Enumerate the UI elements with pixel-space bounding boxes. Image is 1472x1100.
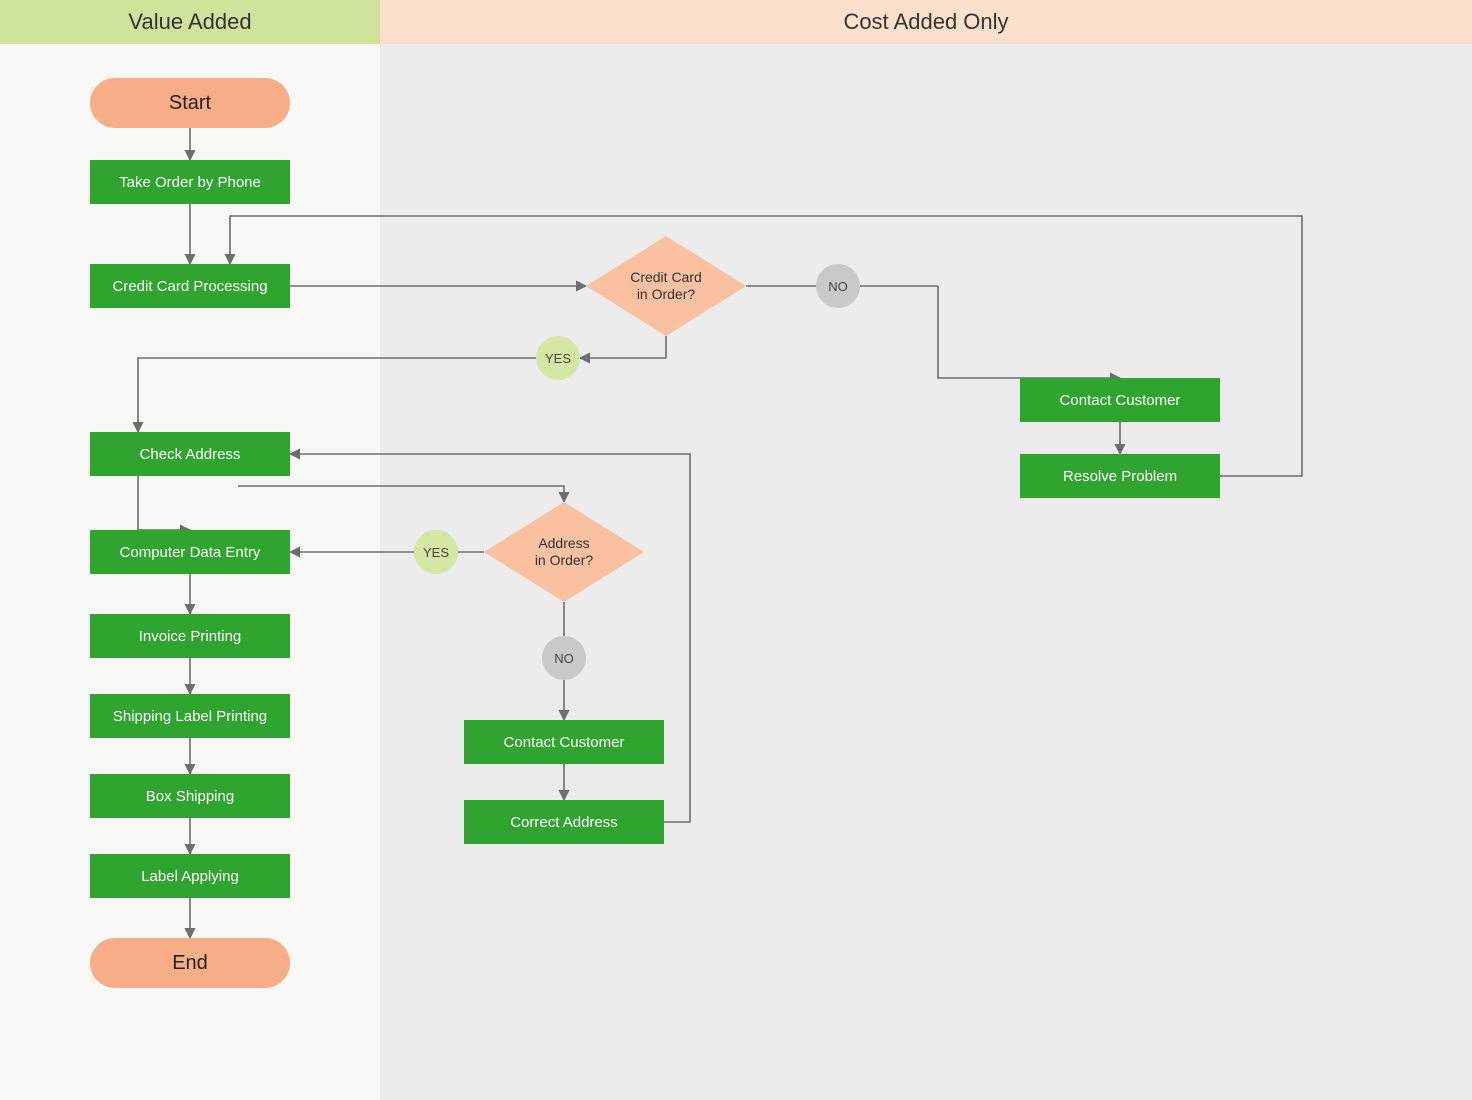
badge-yes-address: YES	[414, 530, 458, 574]
end-terminator: End	[90, 938, 290, 988]
process-correct-address: Correct Address	[464, 800, 664, 844]
process-resolve-problem: Resolve Problem	[1020, 454, 1220, 498]
flowchart-canvas: Value Added Cost Added Only	[0, 0, 1472, 1100]
process-contact-customer-addr: Contact Customer	[464, 720, 664, 764]
start-terminator: Start	[90, 78, 290, 128]
process-invoice-printing: Invoice Printing	[90, 614, 290, 658]
cost-added-column-bg	[380, 0, 1472, 1100]
badge-no-address: NO	[542, 636, 586, 680]
process-credit-card-processing: Credit Card Processing	[90, 264, 290, 308]
process-box-shipping: Box Shipping	[90, 774, 290, 818]
value-added-header: Value Added	[0, 0, 380, 44]
badge-yes-credit-card: YES	[536, 336, 580, 380]
process-computer-data-entry: Computer Data Entry	[90, 530, 290, 574]
process-label-applying: Label Applying	[90, 854, 290, 898]
badge-no-credit-card: NO	[816, 264, 860, 308]
cost-added-header: Cost Added Only	[380, 0, 1472, 44]
process-check-address: Check Address	[90, 432, 290, 476]
process-take-order: Take Order by Phone	[90, 160, 290, 204]
process-shipping-label-printing: Shipping Label Printing	[90, 694, 290, 738]
process-contact-customer-cc: Contact Customer	[1020, 378, 1220, 422]
